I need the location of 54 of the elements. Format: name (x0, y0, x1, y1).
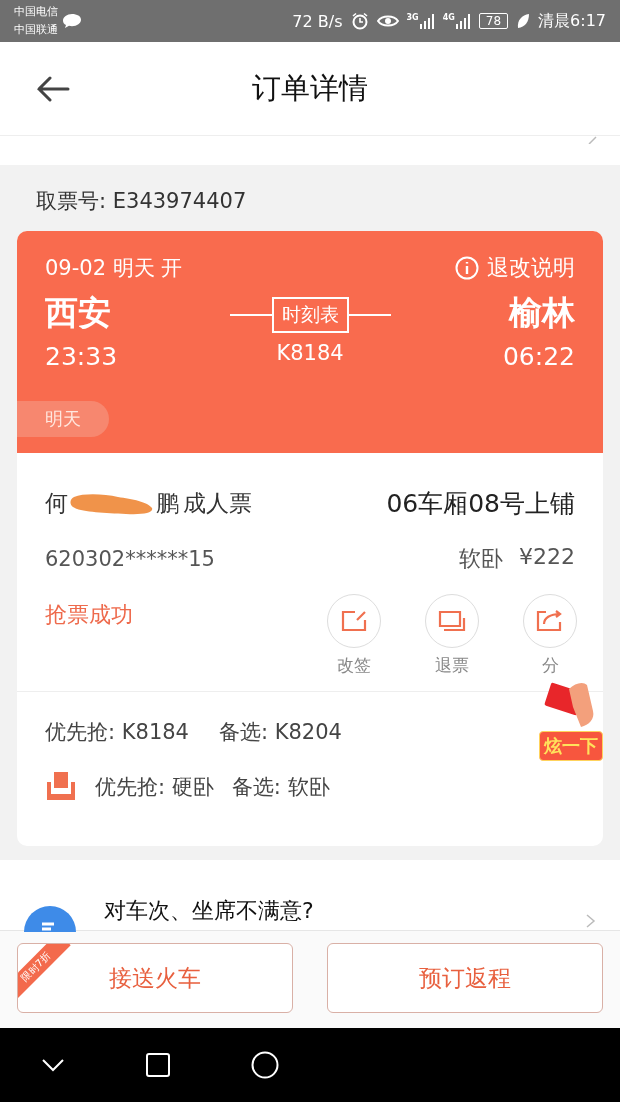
timetable-button[interactable]: 时刻表 (271, 297, 349, 333)
back-icon[interactable] (40, 1058, 65, 1072)
page-title: 订单详情 (252, 69, 368, 107)
back-arrow-icon[interactable] (36, 76, 70, 102)
copy-icon (438, 610, 466, 632)
departure-station: 西安 (45, 292, 112, 334)
arrival-station: 榆林 (509, 292, 575, 334)
seat-icon (45, 772, 77, 802)
day-tag: 明天 (17, 401, 109, 437)
battery-level: 78 (478, 13, 509, 29)
passenger-name: 何 (45, 489, 68, 518)
action-label: 退票 (435, 654, 469, 677)
alarm-icon (350, 12, 369, 30)
train-preference: 备选: K8204 (218, 719, 342, 746)
seat-class: 软卧 (459, 545, 503, 573)
train-number: K8184 (276, 341, 344, 365)
message-icon (62, 13, 82, 29)
recents-icon[interactable] (145, 1053, 170, 1077)
share-icon (536, 610, 564, 632)
feedback-prompt[interactable]: 对车次、坐席不满意? (104, 896, 314, 926)
network-speed: 72 B/s (292, 11, 343, 31)
eye-icon (376, 13, 399, 29)
action-label: 改签 (337, 654, 371, 677)
leaf-icon (516, 13, 531, 29)
signal-icon (454, 13, 471, 29)
note-icon[interactable] (24, 906, 76, 932)
id-number: 620302******15 (45, 547, 215, 571)
refund-rules-link[interactable]: 退改说明 (487, 253, 575, 283)
seat-preference: 优先抢: 硬卧 (95, 774, 214, 801)
clock: 清晨6:17 (538, 10, 606, 32)
edit-icon (341, 610, 367, 632)
ticket-price: ¥222 (519, 544, 575, 571)
departure-time: 23:33 (45, 342, 118, 371)
seat-preference: 备选: 软卧 (231, 774, 330, 801)
home-icon[interactable] (250, 1051, 279, 1079)
signal-icon (418, 13, 435, 29)
action-label: 分 (541, 654, 559, 677)
info-icon (455, 256, 479, 280)
order-status: 抢票成功 (45, 601, 133, 629)
train-preference: 优先抢: K8184 (45, 719, 189, 746)
departure-date: 09-02 明天 开 (45, 255, 183, 282)
action-button[interactable]: 预订返程 (327, 943, 603, 1013)
sticker-label: 炫一下 (539, 731, 603, 761)
pickup-number: 取票号: E343974407 (36, 188, 248, 215)
arrival-time: 06:22 (502, 342, 575, 371)
action-button[interactable]: 限时7折 接送火车 (17, 943, 293, 1013)
passenger-name: 鹏 (156, 489, 179, 518)
network-type: 3G (406, 13, 419, 22)
seat-number: 06车厢08号上铺 (386, 488, 575, 520)
carrier-name: 中国电信 (14, 4, 58, 20)
ticket-type: 成人票 (183, 489, 252, 518)
carrier-name: 中国联通 (14, 22, 58, 38)
promo-sticker[interactable]: 炫一下 (539, 679, 603, 761)
network-type: 4G (442, 13, 455, 22)
